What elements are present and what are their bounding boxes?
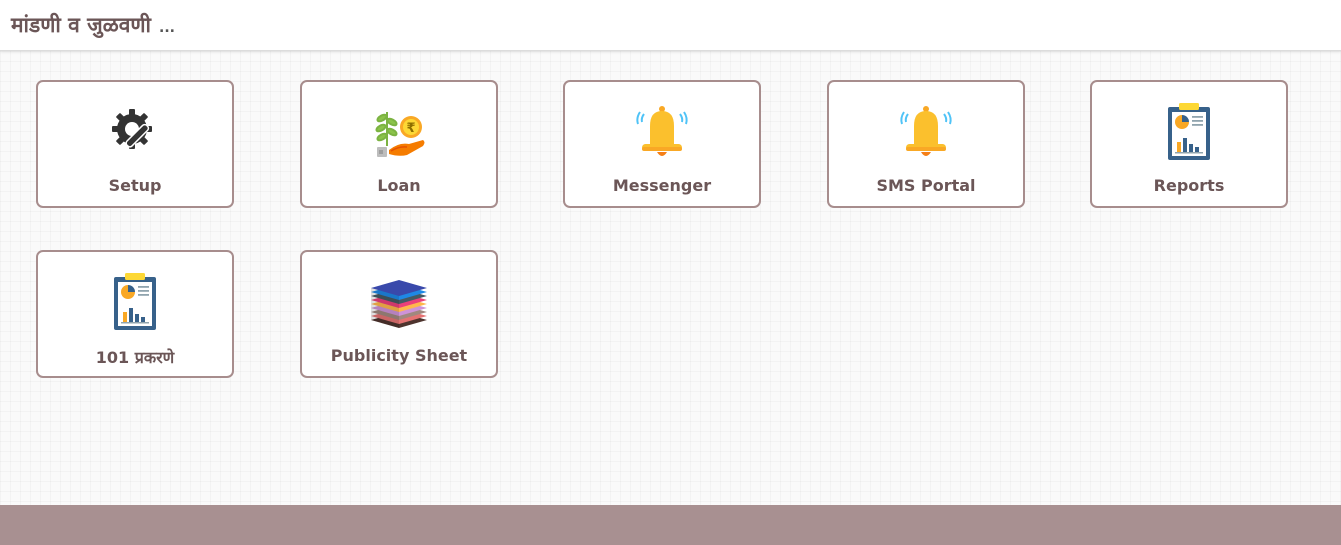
tile-reports[interactable]: Reports bbox=[1090, 80, 1288, 208]
tile-label: SMS Portal bbox=[876, 176, 976, 195]
tile-label: 101 प्रकरणे bbox=[95, 348, 175, 367]
clipboard-report-icon bbox=[105, 272, 165, 332]
page-title: मांडणी व जुळवणी... bbox=[11, 12, 175, 41]
footer-bar bbox=[0, 505, 1341, 545]
bell-icon bbox=[632, 102, 692, 162]
app-header: मांडणी व जुळवणी... bbox=[0, 0, 1341, 51]
tile-label: Reports bbox=[1153, 176, 1225, 195]
tile-setup[interactable]: Setup bbox=[36, 80, 234, 208]
tile-101-cases[interactable]: 101 प्रकरणे bbox=[36, 250, 234, 378]
tile-messenger[interactable]: Messenger bbox=[563, 80, 761, 208]
bell-icon bbox=[896, 102, 956, 162]
tile-label: Publicity Sheet bbox=[330, 346, 468, 365]
svg-text:₹: ₹ bbox=[406, 121, 415, 136]
title-ellipsis: ... bbox=[159, 20, 175, 36]
paper-stack-icon bbox=[369, 272, 429, 332]
tile-label: Setup bbox=[108, 176, 162, 195]
tile-label: Messenger bbox=[612, 176, 712, 195]
page-title-text: मांडणी व जुळवणी bbox=[11, 13, 151, 37]
module-grid: Setup ₹ Loan Messenger SMS Portal Report… bbox=[0, 51, 1341, 505]
clipboard-report-icon bbox=[1159, 102, 1219, 162]
tile-publicity-sheet[interactable]: Publicity Sheet bbox=[300, 250, 498, 378]
loan-rupee-hand-icon: ₹ bbox=[369, 102, 429, 162]
gear-wrench-icon bbox=[105, 102, 165, 162]
tile-label: Loan bbox=[377, 176, 421, 195]
tile-loan[interactable]: ₹ Loan bbox=[300, 80, 498, 208]
tile-sms-portal[interactable]: SMS Portal bbox=[827, 80, 1025, 208]
